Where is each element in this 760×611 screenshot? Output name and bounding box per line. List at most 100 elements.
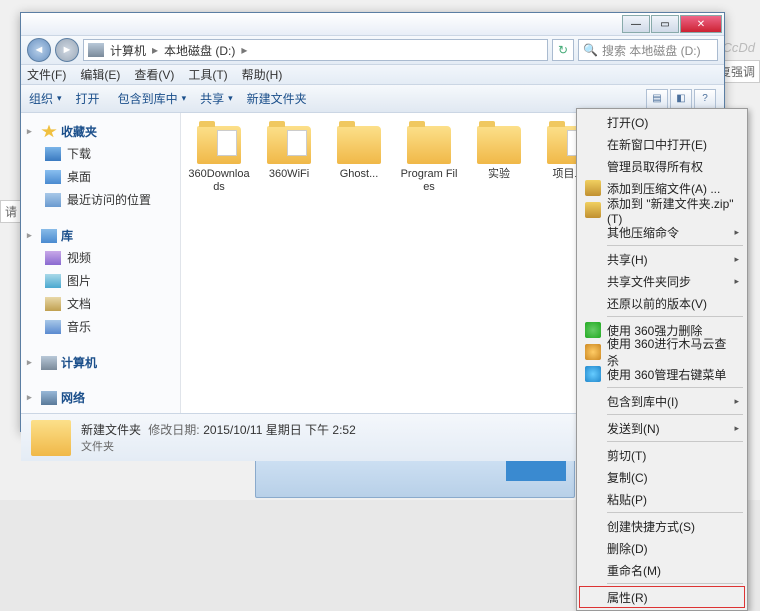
status-folder-icon [31,420,71,456]
tool-new-folder[interactable]: 新建文件夹 [247,90,311,107]
minimize-button[interactable]: — [622,15,650,33]
context-menu-item[interactable]: 属性(R) [579,586,745,608]
sidebar-item-label: 下载 [67,145,91,162]
tool-include-library[interactable]: 包含到库中 [118,90,187,107]
search-icon: 🔍 [583,43,598,57]
sidebar-item-downloads[interactable]: 下载 [27,142,174,165]
refresh-button[interactable]: ↻ [552,39,574,61]
folder-name: Program Files [398,168,460,194]
sidebar-label: 库 [61,227,73,244]
tool-share[interactable]: 共享 [200,90,233,107]
context-separator [607,512,743,513]
sidebar-item-recent[interactable]: 最近访问的位置 [27,188,174,211]
desktop-background: bCcDd 复强调 请 — ▭ ✕ ◄ ► 计算机 ▸ 本地磁盘 (D:) ▸ … [0,0,760,500]
context-separator [607,441,743,442]
status-date: 2015/10/11 星期日 下午 2:52 [203,423,356,437]
context-menu-item[interactable]: 使用 360管理右键菜单 [579,363,745,385]
maximize-button[interactable]: ▭ [651,15,679,33]
chevron-right-icon: ▸ [241,43,247,57]
ci-360b-icon [585,344,601,360]
folder-name: 实验 [488,168,510,181]
folder-icon [337,126,381,164]
sidebar-label: 收藏夹 [61,123,97,140]
help-button[interactable]: ? [694,89,716,109]
search-placeholder: 搜索 本地磁盘 (D:) [602,42,701,59]
back-button[interactable]: ◄ [27,38,51,62]
titlebar: — ▭ ✕ [21,13,724,35]
sidebar-item-label: 文档 [67,295,91,312]
document-icon [45,297,61,311]
context-item-label: 管理员取得所有权 [607,158,703,175]
context-menu-item[interactable]: 发送到(N) [579,417,745,439]
folder-name: Ghost... [340,168,379,181]
crumb-computer[interactable]: 计算机 [106,42,150,59]
ci-zip-icon [585,180,601,196]
folder-item[interactable]: Program Files [395,123,463,201]
context-item-label: 复制(C) [607,469,648,486]
context-menu-item[interactable]: 剪切(T) [579,444,745,466]
context-item-label: 属性(R) [607,589,648,606]
menu-help[interactable]: 帮助(H) [242,66,283,83]
sidebar-item-desktop[interactable]: 桌面 [27,165,174,188]
status-name: 新建文件夹 [81,423,141,437]
status-type: 文件夹 [81,438,356,454]
context-separator [607,245,743,246]
forward-button[interactable]: ► [55,38,79,62]
sidebar-item-pictures[interactable]: 图片 [27,269,174,292]
sidebar-favorites: 收藏夹 下载 桌面 最近访问的位置 [27,121,174,211]
context-item-label: 剪切(T) [607,447,646,464]
context-menu-item[interactable]: 打开(O) [579,111,745,133]
menu-file[interactable]: 文件(F) [27,66,66,83]
folder-icon [477,126,521,164]
menu-tools[interactable]: 工具(T) [188,66,227,83]
sidebar-head-computer[interactable]: 计算机 [27,352,174,373]
context-separator [607,583,743,584]
menu-view[interactable]: 查看(V) [134,66,174,83]
sidebar-item-label: 图片 [67,272,91,289]
sidebar-item-label: 视频 [67,249,91,266]
context-item-label: 包含到库中(I) [607,393,678,410]
context-menu-item[interactable]: 粘贴(P) [579,488,745,510]
context-menu-item[interactable]: 重命名(M) [579,559,745,581]
context-item-label: 使用 360管理右键菜单 [607,366,726,383]
preview-pane-button[interactable]: ◧ [670,89,692,109]
context-menu-item[interactable]: 添加到 "新建文件夹.zip"(T) [579,199,745,221]
view-mode-button[interactable]: ▤ [646,89,668,109]
context-menu-item[interactable]: 复制(C) [579,466,745,488]
tool-organize[interactable]: 组织 [29,90,62,107]
sidebar-libraries: 库 视频 图片 文档 音乐 [27,225,174,338]
menu-edit[interactable]: 编辑(E) [80,66,120,83]
context-menu-item[interactable]: 共享(H) [579,248,745,270]
context-menu-item[interactable]: 使用 360进行木马云查杀 [579,341,745,363]
folder-icon [197,126,241,164]
context-menu-item[interactable]: 其他压缩命令 [579,221,745,243]
context-menu-item[interactable]: 创建快捷方式(S) [579,515,745,537]
close-button[interactable]: ✕ [680,15,722,33]
folder-item[interactable]: 360WiFi [255,123,323,201]
context-menu-item[interactable]: 包含到库中(I) [579,390,745,412]
drive-icon [88,43,104,57]
context-menu-item[interactable]: 删除(D) [579,537,745,559]
folder-item[interactable]: 实验 [465,123,533,201]
crumb-drive[interactable]: 本地磁盘 (D:) [160,42,239,59]
context-menu-item[interactable]: 共享文件夹同步 [579,270,745,292]
context-menu-item[interactable]: 在新窗口中打开(E) [579,133,745,155]
chevron-right-icon: ▸ [152,43,158,57]
context-item-label: 重命名(M) [607,562,661,579]
tool-open[interactable]: 打开 [76,90,104,107]
folder-item[interactable]: Ghost... [325,123,393,201]
sidebar-head-favorites[interactable]: 收藏夹 [27,121,174,142]
sidebar-item-music[interactable]: 音乐 [27,315,174,338]
context-menu-item[interactable]: 还原以前的版本(V) [579,292,745,314]
search-input[interactable]: 🔍 搜索 本地磁盘 (D:) [578,39,718,61]
bg-dialog-button[interactable] [506,459,566,481]
view-buttons: ▤ ◧ ? [646,89,716,109]
sidebar-item-documents[interactable]: 文档 [27,292,174,315]
folder-item[interactable]: 360Downloads [185,123,253,201]
sidebar-head-network[interactable]: 网络 [27,387,174,408]
breadcrumb[interactable]: 计算机 ▸ 本地磁盘 (D:) ▸ [83,39,548,61]
music-icon [45,320,61,334]
context-menu-item[interactable]: 管理员取得所有权 [579,155,745,177]
sidebar-head-libraries[interactable]: 库 [27,225,174,246]
sidebar-item-videos[interactable]: 视频 [27,246,174,269]
